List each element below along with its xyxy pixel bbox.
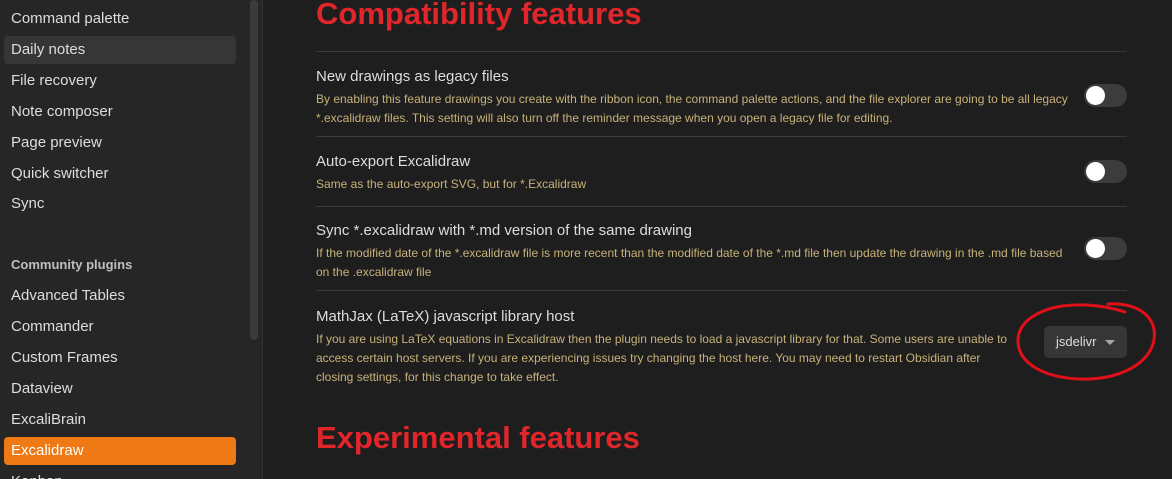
divider: [316, 136, 1127, 137]
divider: [316, 206, 1127, 207]
compatibility-features-heading: Compatibility features: [316, 0, 642, 31]
sidebar-scrollbar[interactable]: [250, 0, 258, 340]
setting-description: Same as the auto-export SVG, but for *.E…: [316, 177, 587, 191]
setting-name: MathJax (LaTeX) javascript library host: [316, 308, 575, 325]
setting-mathjax-host: MathJax (LaTeX) javascript library host …: [316, 307, 1016, 387]
sidebar-item-commander[interactable]: Commander: [4, 313, 236, 341]
toggle-knob: [1086, 86, 1105, 105]
divider: [316, 290, 1127, 291]
toggle-knob: [1086, 162, 1105, 181]
sidebar-item-dataview[interactable]: Dataview: [4, 375, 236, 403]
toggle-knob: [1086, 239, 1105, 258]
annotation-circle: [1016, 302, 1156, 381]
sync-md-toggle[interactable]: [1084, 237, 1127, 260]
setting-name: Sync *.excalidraw with *.md version of t…: [316, 222, 692, 239]
setting-description: If the modified date of the *.excalidraw…: [316, 246, 1063, 279]
setting-description: If you are using LaTeX equations in Exca…: [316, 332, 1008, 384]
sidebar-item-note-composer[interactable]: Note composer: [4, 98, 236, 126]
setting-name: New drawings as legacy files: [316, 68, 509, 85]
sidebar-item-daily-notes[interactable]: Daily notes: [4, 36, 236, 64]
settings-content: Compatibility features New drawings as l…: [263, 0, 1172, 479]
settings-sidebar: Command palette Daily notes File recover…: [0, 0, 263, 479]
sidebar-item-excalidraw[interactable]: Excalidraw: [4, 437, 236, 465]
setting-auto-export: Auto-export Excalidraw Same as the auto-…: [316, 152, 1076, 194]
sidebar-item-custom-frames[interactable]: Custom Frames: [4, 344, 236, 372]
setting-legacy-files: New drawings as legacy files By enabling…: [316, 67, 1076, 128]
divider: [316, 51, 1127, 52]
sidebar-item-kanban[interactable]: Kanban: [4, 468, 236, 479]
sidebar-item-command-palette[interactable]: Command palette: [4, 5, 236, 33]
sidebar-item-excalibrain[interactable]: ExcaliBrain: [4, 406, 236, 434]
sidebar-item-advanced-tables[interactable]: Advanced Tables: [4, 282, 236, 310]
sidebar-item-file-recovery[interactable]: File recovery: [4, 67, 236, 95]
setting-description: By enabling this feature drawings you cr…: [316, 92, 1068, 125]
auto-export-toggle[interactable]: [1084, 160, 1127, 183]
legacy-files-toggle[interactable]: [1084, 84, 1127, 107]
experimental-features-heading: Experimental features: [316, 420, 640, 455]
setting-name: Auto-export Excalidraw: [316, 153, 471, 170]
community-plugins-heading: Community plugins: [11, 257, 133, 272]
sidebar-item-quick-switcher[interactable]: Quick switcher: [4, 160, 236, 188]
sidebar-item-sync[interactable]: Sync: [4, 190, 236, 218]
setting-sync-md: Sync *.excalidraw with *.md version of t…: [316, 221, 1076, 282]
sidebar-item-page-preview[interactable]: Page preview: [4, 129, 236, 157]
